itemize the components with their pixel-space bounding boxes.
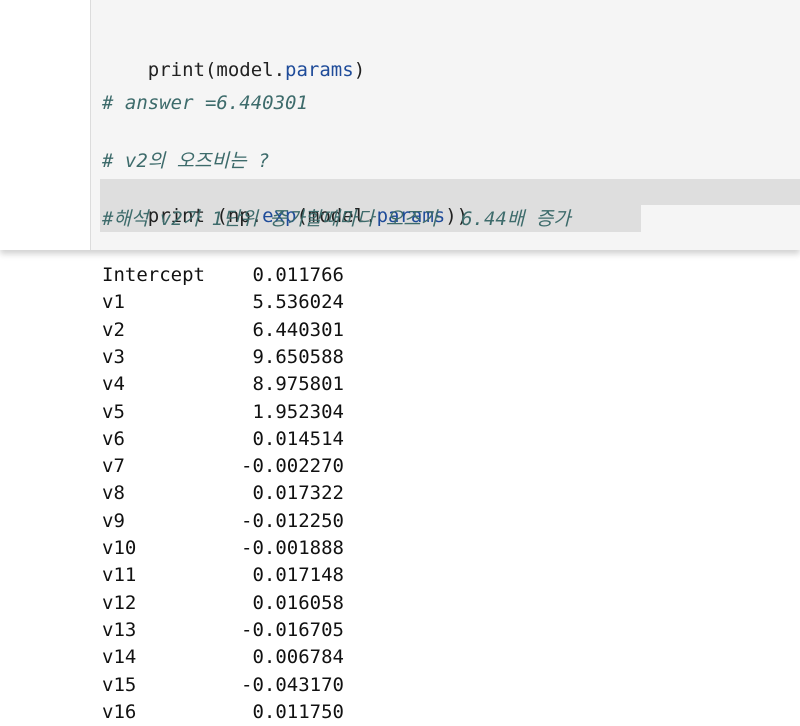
output-row: v2 6.440301 [102, 317, 362, 344]
code-comment-answer[interactable]: # answer =6.440301 [102, 91, 308, 115]
output-row: v16 0.011750 [102, 699, 362, 726]
output-row-value: -0.002270 [241, 455, 344, 478]
output-row: v10 -0.001888 [102, 535, 362, 562]
output-row: v5 1.952304 [102, 399, 362, 426]
code-line-print-params[interactable]: print(model.params) [102, 34, 365, 81]
output-row-value: 9.650588 [252, 345, 344, 368]
output-row-value: -0.043170 [241, 673, 344, 696]
output-row-name: v15 [102, 673, 137, 696]
output-row-name: v16 [102, 700, 137, 723]
output-row-value: 0.011750 [252, 700, 344, 723]
code-attr-params: params [285, 59, 354, 81]
output-row-value: 0.017148 [252, 564, 344, 587]
output-row-name: v10 [102, 537, 137, 559]
output-row-name: v9 [102, 509, 125, 532]
output-row: v11 0.017148 [102, 562, 362, 589]
output-row: v6 0.014514 [102, 426, 362, 453]
output-row-value: -0.001888 [241, 537, 344, 559]
output-row: v13 -0.016705 [102, 617, 362, 644]
output-row-value: 5.536024 [252, 291, 344, 314]
code-token: print(model. [147, 59, 286, 81]
output-row: v3 9.650588 [102, 344, 362, 371]
output-row-name: v8 [102, 482, 125, 505]
output-row-name: v11 [102, 564, 137, 587]
output-row: v1 5.536024 [102, 289, 362, 316]
output-row-name: v5 [102, 400, 125, 423]
code-comment-odds-ratio[interactable]: # v2의 오즈비는 ? [102, 149, 269, 173]
output-row-name: Intercept [102, 264, 205, 286]
output-row-value: 8.975801 [252, 373, 344, 396]
output-row-name: v6 [102, 427, 125, 450]
output-row-value: 0.016058 [252, 591, 344, 614]
output-row: Intercept 0.011766 [102, 262, 362, 289]
code-comment-interpretation[interactable]: #해석 v2가 1단위 증가할때마다 오즈가 6.44배 증가 [102, 207, 571, 231]
output-row: v9 -0.012250 [102, 508, 362, 535]
code-cell[interactable]: print(model.params) # answer =6.440301 #… [90, 0, 800, 250]
output-row-value: 1.952304 [252, 400, 344, 423]
output-row-value: -0.012250 [241, 509, 344, 532]
output-row-value: 0.014514 [252, 427, 344, 450]
output-row: v8 0.017322 [102, 480, 362, 507]
output-row-name: v3 [102, 345, 125, 368]
output-row: v12 0.016058 [102, 590, 362, 617]
output-row: v15 -0.043170 [102, 672, 362, 699]
output-row: v14 0.006784 [102, 644, 362, 671]
output-row-value: 0.011766 [252, 264, 344, 286]
output-row-value: 0.006784 [252, 646, 344, 669]
output-row-value: 6.440301 [252, 318, 344, 341]
output-row-value: -0.016705 [241, 618, 344, 641]
output-row-name: v12 [102, 591, 137, 614]
output-row-name: v7 [102, 455, 125, 478]
output-row-name: v13 [102, 618, 137, 641]
output-row-value: 0.017322 [252, 482, 344, 505]
output-row-name: v14 [102, 646, 137, 669]
output-row-name: v2 [102, 318, 125, 341]
output-row-name: v1 [102, 291, 125, 314]
code-line-print-exp[interactable]: print (np.exp(model.params)) [102, 180, 468, 227]
output-row: v7 -0.002270 [102, 453, 362, 480]
code-token: ) [353, 59, 366, 81]
output-row: v4 8.975801 [102, 371, 362, 398]
output-row-name: v4 [102, 373, 125, 396]
